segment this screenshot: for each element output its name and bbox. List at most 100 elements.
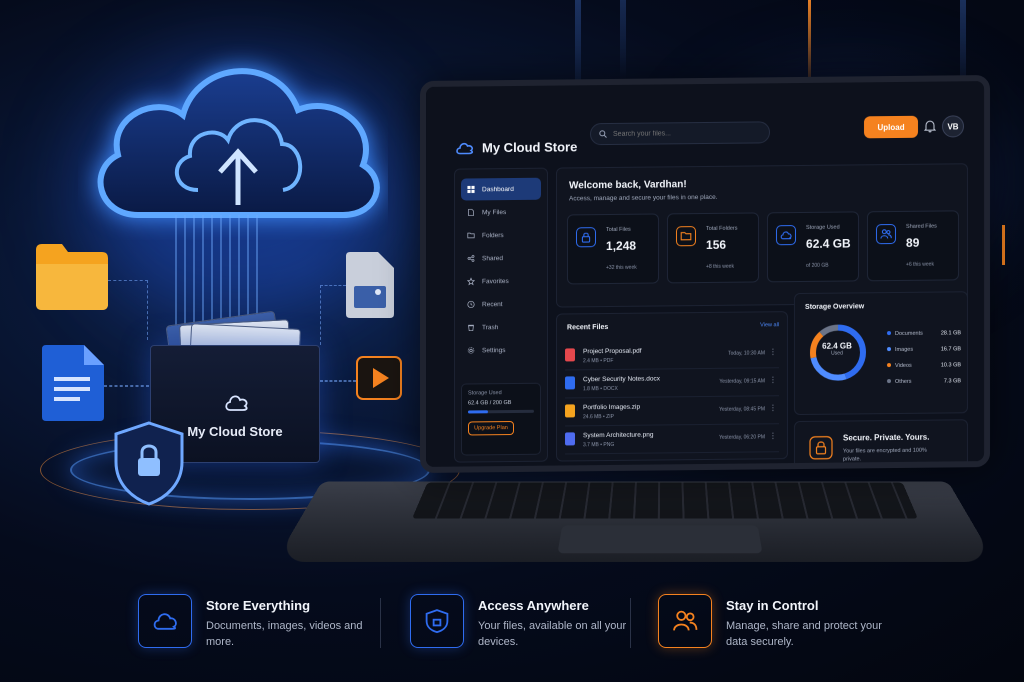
legend-value: 28.1 GB	[940, 330, 961, 337]
more-options-icon[interactable]: ⋮	[769, 375, 777, 384]
feature-icon-frame	[410, 594, 464, 648]
feature-description: Your files, available on all your device…	[478, 620, 627, 648]
storage-overview-title: Storage Overview	[805, 303, 865, 311]
stat-note: +8 this week	[706, 263, 734, 270]
file-row[interactable]: Cyber Security Notes.docx 1.8 MB • DOCX Ye…	[565, 370, 779, 399]
sidebar-item-trash[interactable]: Trash	[461, 316, 541, 339]
security-panel: Secure. Private. Yours. Your files are e…	[794, 419, 968, 467]
more-options-icon[interactable]: ⋮	[769, 431, 777, 440]
file-row[interactable]: Project Proposal.pdf 2.4 MB • PDF Today, 1…	[565, 342, 779, 371]
file-type-icon	[565, 376, 575, 390]
feature-description: Manage, share and protect your data secu…	[726, 620, 882, 648]
stat-card-total-folders[interactable]: Total Folders 156 +8 this week	[667, 212, 759, 284]
security-subtitle: Your files are encrypted and 100% privat…	[843, 447, 927, 463]
storage-summary: Storage Used 62.4 GB / 200 GB Upgrade Pl…	[461, 382, 541, 456]
file-time: Yesterday, 08:45 PM	[719, 406, 765, 413]
legend-item-others: Others 7.3 GB	[887, 378, 961, 385]
cloud-upload-icon	[97, 68, 380, 218]
sidebar: Dashboard My Files Folders Shared Favorites R…	[454, 167, 548, 463]
file-name: System Architecture.png	[583, 431, 654, 440]
upgrade-plan-button[interactable]: Upgrade Plan	[468, 421, 514, 436]
legend-label: Others	[895, 378, 912, 386]
video-icon	[356, 356, 402, 400]
welcome-subtitle: Access, manage and secure your files in …	[569, 193, 718, 203]
stat-note: +6 this week	[906, 261, 934, 268]
server-light	[620, 0, 626, 80]
storage-overview-panel: Storage Overview 62.4 GB Used Documents 2…	[794, 291, 968, 416]
legend-value: 7.3 GB	[943, 378, 961, 385]
folder-icon	[680, 232, 692, 241]
file-row[interactable]: Portfolio Images.zip 24.6 MB • ZIP Yesterd…	[565, 398, 779, 427]
grid-icon	[467, 185, 475, 194]
sidebar-item-dashboard[interactable]: Dashboard	[461, 177, 541, 201]
search-input[interactable]	[613, 128, 753, 138]
file-meta: 1.8 MB • DOCX	[583, 385, 618, 393]
recent-files-title: Recent Files	[567, 324, 609, 332]
cloud-icon	[225, 395, 248, 411]
trash-icon	[468, 324, 474, 332]
sidebar-item-my-files[interactable]: My Files	[461, 201, 541, 224]
legend-item-videos: Videos 10.3 GB	[887, 362, 961, 369]
legend-dot	[887, 363, 891, 368]
legend-item-documents: Documents 28.1 GB	[887, 330, 961, 337]
recent-files-panel: Recent Files View all Project Proposal.p…	[556, 311, 788, 462]
security-title: Secure. Private. Yours.	[843, 432, 930, 443]
lock-icon	[809, 436, 833, 460]
legend-dot	[887, 379, 891, 384]
donut-center: 62.4 GB Used	[807, 341, 867, 357]
storage-label: Storage Used	[468, 390, 502, 397]
more-options-icon[interactable]: ⋮	[769, 347, 777, 356]
app-brand: My Cloud Store	[456, 139, 577, 155]
file-type-icon	[565, 348, 575, 362]
file-time: Today, 10:30 AM	[728, 350, 765, 357]
stat-label: Shared Files	[906, 223, 937, 230]
shield-lock-icon	[114, 421, 184, 506]
avatar[interactable]: VB	[942, 115, 964, 138]
stat-label: Total Folders	[706, 225, 738, 232]
sidebar-item-folders[interactable]: Folders	[461, 224, 541, 247]
sidebar-item-favorites[interactable]: Favorites	[461, 270, 541, 293]
sidebar-item-label: Trash	[482, 323, 499, 331]
file-name: Cyber Security Notes.docx	[583, 375, 660, 384]
legend-label: Videos	[895, 362, 912, 370]
stat-icon-frame	[876, 223, 896, 245]
more-options-icon[interactable]: ⋮	[769, 403, 777, 412]
cloud-logo-icon	[456, 142, 474, 155]
folder-icon	[36, 244, 108, 310]
stat-label: Storage Used	[806, 224, 840, 231]
file-meta: 24.6 MB • ZIP	[583, 413, 614, 421]
bell-icon[interactable]	[924, 120, 936, 133]
feature-title: Store Everything	[206, 598, 311, 613]
laptop-screen: My Cloud Store Upload VB Dashboard My Fil…	[420, 75, 990, 473]
file-type-icon	[565, 404, 575, 418]
file-meta: 2.4 MB • PDF	[583, 357, 614, 365]
stat-card-total-files[interactable]: Total Files 1,248 +32 this week	[567, 213, 659, 285]
stat-value: 89	[906, 235, 920, 250]
welcome-panel: Welcome back, Vardhan! Access, manage an…	[556, 163, 968, 308]
upload-button[interactable]: Upload	[864, 115, 918, 139]
file-name: Project Proposal.pdf	[583, 347, 642, 356]
sidebar-item-label: My Files	[482, 208, 507, 216]
view-all-link[interactable]: View all	[760, 322, 779, 328]
stat-icon-frame	[776, 225, 796, 246]
clock-icon	[467, 300, 475, 309]
storage-value: 62.4 GB / 200 GB	[468, 400, 512, 407]
stat-value: 62.4 GB	[806, 236, 851, 251]
stat-card-storage-used[interactable]: Storage Used 62.4 GB of 200 GB	[767, 211, 859, 283]
file-row[interactable]: System Architecture.png 3.7 MB • PNG Yeste…	[565, 426, 779, 455]
image-file-icon	[346, 252, 394, 318]
sidebar-item-shared[interactable]: Shared	[461, 247, 541, 270]
feature-icon-frame	[658, 594, 712, 648]
search-bar[interactable]	[590, 121, 770, 146]
legend-item-images: Images 16.7 GB	[887, 346, 961, 353]
feature-icon-frame	[138, 594, 192, 648]
cloud-illustration	[78, 40, 388, 240]
sidebar-item-label: Dashboard	[482, 185, 514, 193]
search-icon	[599, 130, 607, 138]
sidebar-item-settings[interactable]: Settings	[461, 339, 541, 362]
stat-value: 1,248	[606, 238, 637, 254]
stat-card-shared-files[interactable]: Shared Files 89 +6 this week	[867, 210, 959, 282]
share-icon	[467, 255, 475, 262]
sidebar-item-recent[interactable]: Recent	[461, 293, 541, 316]
lock-icon	[581, 232, 591, 243]
